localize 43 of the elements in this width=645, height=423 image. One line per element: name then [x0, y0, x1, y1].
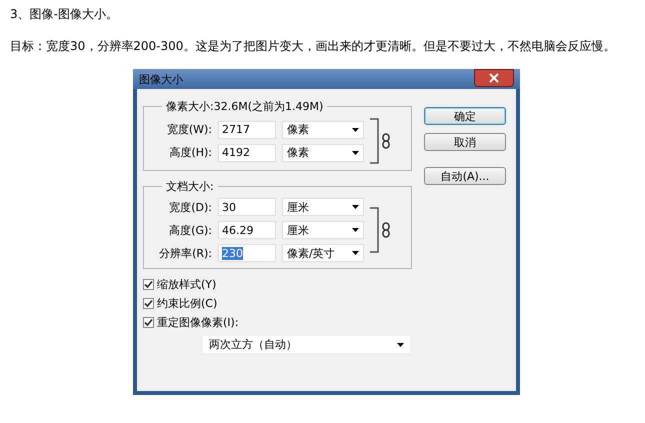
group-legend: 像素大小:32.6M(之前为1.49M): [162, 99, 328, 114]
caret-icon: [352, 150, 359, 154]
instruction-paragraph: 目标：宽度30，分辨率200-300。这是为了把图片变大，画出来的才更清晰。但是不要过大，不然电脑会反应慢。: [10, 38, 616, 55]
field-value: 4192: [222, 146, 250, 159]
caret-icon: [352, 128, 359, 132]
unit-dropdown[interactable]: 像素/英寸: [282, 244, 364, 262]
caret-icon: [352, 251, 359, 255]
field-label: 宽度(W):: [166, 122, 212, 137]
close-button[interactable]: [474, 69, 514, 87]
input-field[interactable]: 30: [218, 198, 276, 216]
caret-icon: [352, 205, 359, 209]
dialog-button[interactable]: 自动(A)...: [424, 167, 506, 185]
checkbox-label: 约束比例(C): [157, 296, 218, 311]
input-field[interactable]: 2717: [218, 120, 276, 138]
dialog-button[interactable]: 取消: [424, 133, 506, 151]
input-field[interactable]: 46.29: [218, 221, 276, 239]
field-value: 230: [222, 246, 243, 260]
checkbox-label: 缩放样式(Y): [157, 277, 216, 292]
input-field[interactable]: 230: [218, 244, 276, 262]
field-value: 46.29: [222, 224, 254, 236]
field-value: 2717: [222, 123, 250, 136]
field-value: 30: [222, 200, 236, 214]
field-label: 高度(H):: [168, 145, 212, 160]
unit-dropdown[interactable]: 厘米: [282, 198, 364, 216]
field-label: 宽度(D):: [168, 200, 212, 214]
checkbox[interactable]: [143, 298, 154, 309]
dialog-button[interactable]: 确定: [424, 107, 506, 125]
close-icon: [489, 73, 499, 83]
window-title: 图像大小: [139, 72, 183, 86]
caret-icon: [352, 228, 359, 232]
field-label: 高度(G):: [168, 222, 212, 238]
group-legend: 文档大小:: [162, 179, 218, 194]
unit-dropdown[interactable]: 厘米: [282, 221, 364, 239]
checkbox[interactable]: [143, 317, 154, 328]
unit-dropdown[interactable]: 像素: [282, 144, 364, 162]
field-label: 分辨率(R):: [158, 246, 212, 260]
unit-dropdown[interactable]: 像素: [282, 120, 364, 138]
input-field[interactable]: 4192: [218, 144, 276, 162]
checkbox-label: 重定图像像素(I):: [157, 315, 239, 330]
checkbox[interactable]: [143, 279, 154, 290]
resample-dropdown[interactable]: 两次立方（自动）: [203, 336, 410, 353]
caret-icon: [397, 342, 404, 346]
section-heading: 3、图像-图像大小。: [10, 6, 119, 22]
